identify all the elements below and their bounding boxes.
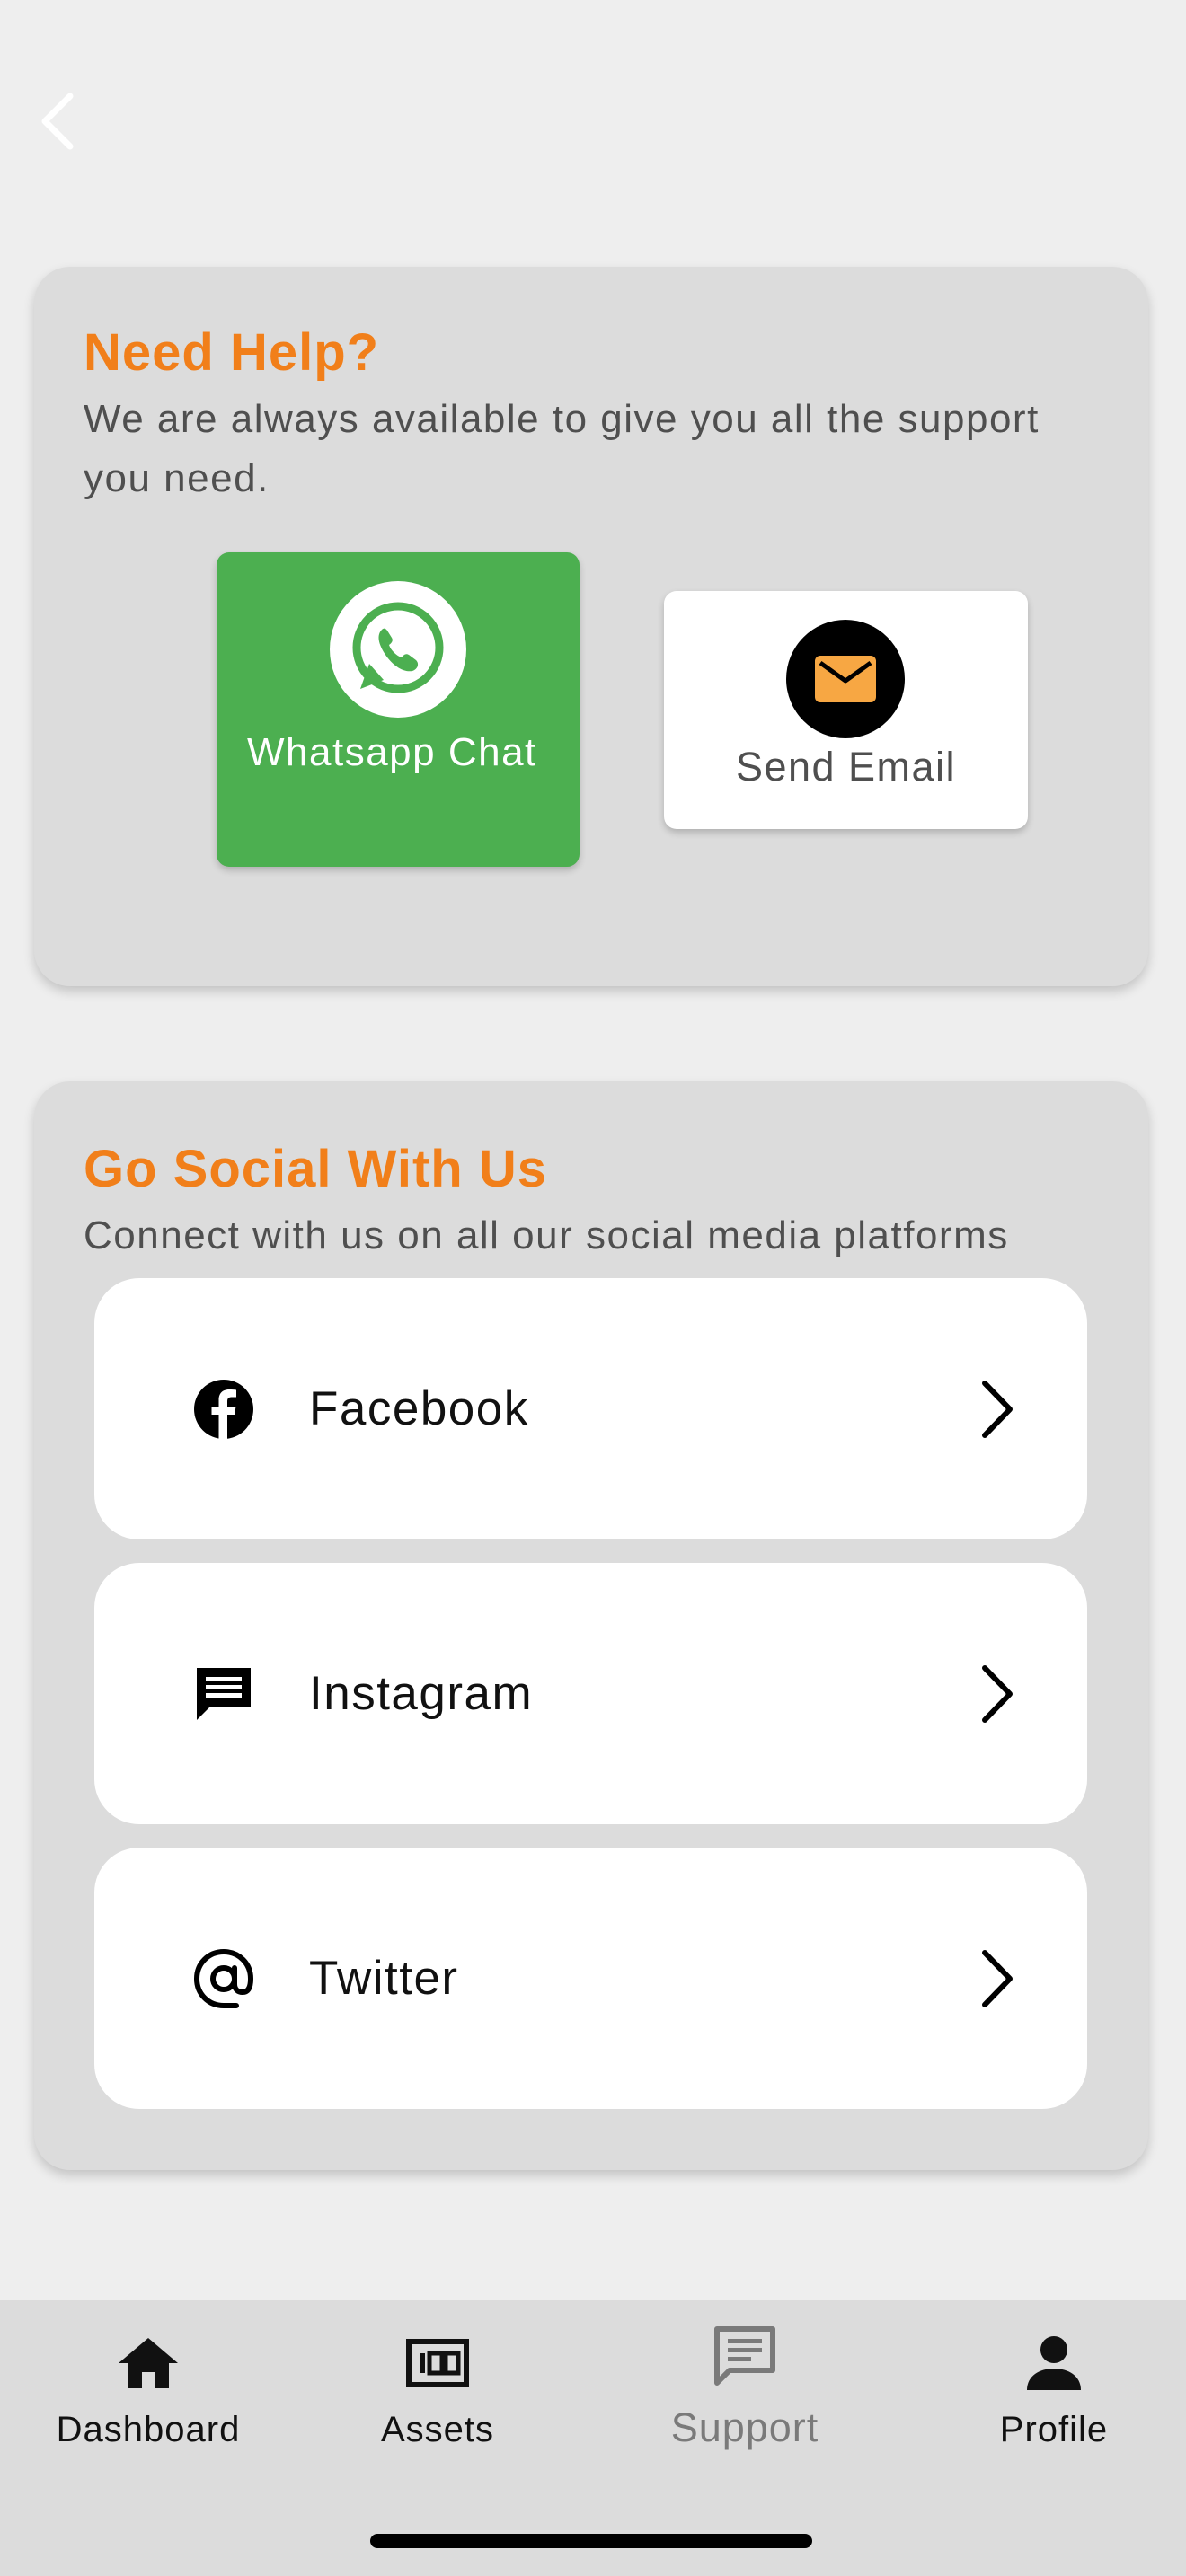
support-screen: Need Help? We are always available to gi… (0, 0, 1186, 2576)
need-help-subtitle: We are always available to give you all … (84, 397, 1040, 500)
nav-item-assets[interactable]: Assets (289, 2300, 586, 2480)
nav-item-support[interactable]: Support (597, 2300, 893, 2480)
twitter-label: Twitter (309, 1952, 459, 2005)
chevron-right-icon (970, 1946, 1024, 2011)
social-item-twitter[interactable]: Twitter (94, 1848, 1087, 2109)
social-item-facebook[interactable]: Facebook (94, 1278, 1087, 1539)
nav-label-assets: Assets (380, 2410, 495, 2449)
chevron-left-icon (41, 93, 74, 150)
nav-item-profile[interactable]: Profile (906, 2300, 1186, 2480)
person-icon (906, 2327, 1186, 2399)
chat-bubble-icon (191, 1662, 256, 1726)
facebook-label: Facebook (309, 1382, 529, 1435)
nav-label-dashboard: Dashboard (56, 2410, 241, 2449)
chevron-right-icon (970, 1662, 1024, 1726)
go-social-card: Go Social With Us Connect with us on all… (34, 1081, 1148, 2170)
send-email-label: Send Email (735, 744, 957, 790)
support-chat-icon (597, 2320, 893, 2392)
go-social-title: Go Social With Us (84, 1140, 547, 1198)
whatsapp-chat-label: Whatsapp Chat (247, 730, 537, 774)
whatsapp-icon (330, 581, 466, 718)
nav-label-support: Support (670, 2404, 819, 2450)
home-indicator (370, 2534, 812, 2548)
social-item-instagram[interactable]: Instagram (94, 1563, 1087, 1824)
instagram-label: Instagram (309, 1667, 534, 1720)
need-help-title: Need Help? (84, 323, 380, 382)
at-sign-icon (191, 1946, 256, 2011)
nav-item-dashboard[interactable]: Dashboard (0, 2300, 296, 2480)
whatsapp-chat-button[interactable]: Whatsapp Chat (217, 552, 580, 867)
need-help-card: Need Help? We are always available to gi… (34, 267, 1148, 986)
send-email-button[interactable]: Send Email (664, 591, 1028, 829)
money-icon (289, 2327, 586, 2399)
facebook-icon (191, 1377, 256, 1442)
go-social-subtitle: Connect with us on all our social media … (84, 1213, 1009, 1257)
nav-label-profile: Profile (999, 2410, 1109, 2449)
back-button[interactable] (27, 81, 90, 162)
chevron-right-icon (970, 1377, 1024, 1442)
home-icon (0, 2327, 296, 2399)
email-icon (786, 620, 905, 738)
